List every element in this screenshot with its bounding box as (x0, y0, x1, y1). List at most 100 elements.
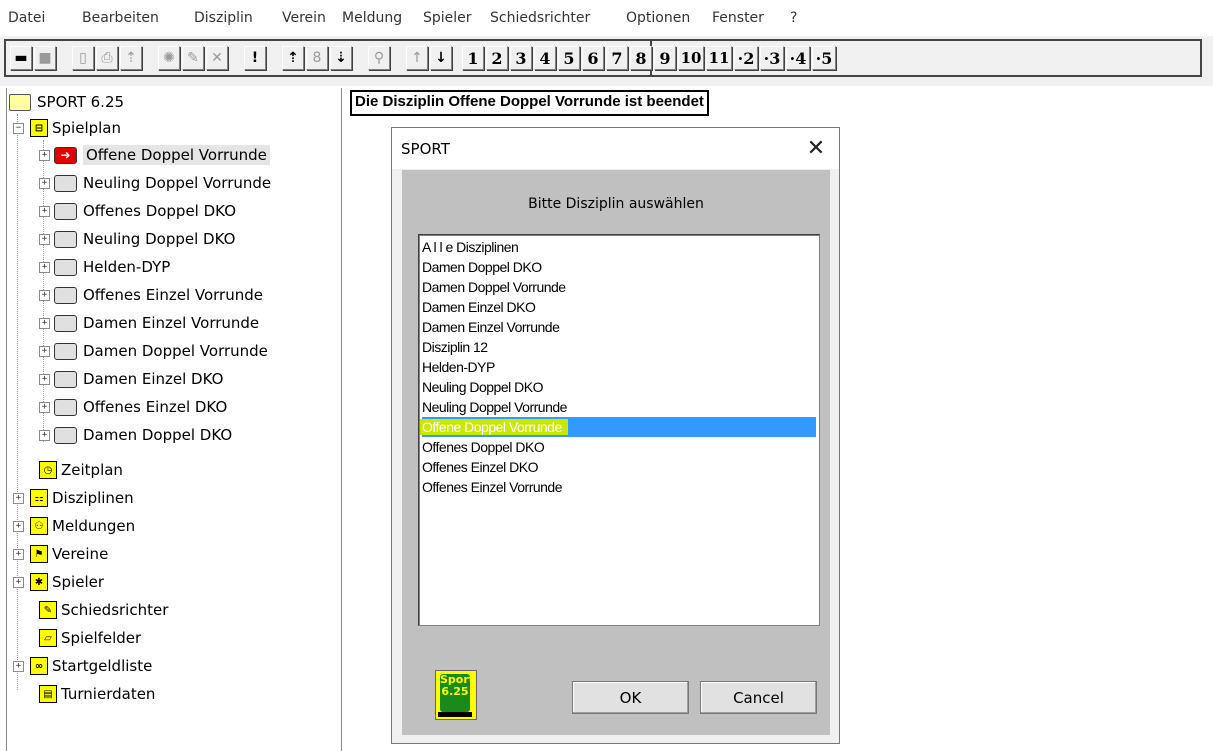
list-item[interactable]: Damen Doppel DKO (422, 257, 816, 277)
tree-item-spieler[interactable]: + ✱ Spieler (13, 570, 104, 594)
menu-optionen[interactable]: Optionen (626, 10, 690, 26)
expand-icon[interactable]: + (39, 205, 50, 217)
menu-datei[interactable]: Datei (8, 10, 45, 26)
search-icon[interactable]: ⚲ (368, 46, 390, 70)
discipline-icon (54, 174, 77, 192)
number-button-dot-3[interactable]: ·3 (760, 46, 784, 70)
tree-item-discipline[interactable]: + Damen Einzel DKO (39, 367, 223, 391)
eight-icon[interactable]: 8 (306, 46, 328, 70)
tree-item-discipline[interactable]: + Offenes Einzel Vorrunde (39, 283, 263, 307)
tree-item-spielfelder[interactable]: ▱ Spielfelder (39, 626, 141, 650)
list-item[interactable]: Offenes Einzel Vorrunde (422, 477, 816, 497)
sort-up-icon[interactable]: ⇡ (282, 46, 304, 70)
expand-icon[interactable]: + (39, 149, 50, 161)
number-button-1[interactable]: 1 (462, 46, 484, 70)
number-button-2[interactable]: 2 (486, 46, 508, 70)
number-button-3[interactable]: 3 (510, 46, 532, 70)
print-icon[interactable]: ⎙ (96, 46, 118, 70)
arrow-up-icon[interactable]: ↑ (406, 46, 428, 70)
tree-item-zeitplan[interactable]: ◷ Zeitplan (39, 458, 123, 482)
tree-item-spielplan[interactable]: − ⊟ Spielplan (13, 116, 121, 140)
delete-icon[interactable]: ✕ (206, 46, 228, 70)
number-button-5[interactable]: 5 (558, 46, 580, 70)
exclamation-icon[interactable]: ! (244, 46, 266, 70)
discipline-listbox[interactable]: A l l e Disziplinen Damen Doppel DKO Dam… (418, 234, 820, 626)
dialog-titlebar[interactable]: SPORT ✕ (392, 128, 839, 169)
cancel-button[interactable]: Cancel (700, 681, 817, 714)
number-button-8[interactable]: 8 (630, 46, 652, 70)
tree-root[interactable]: SPORT 6.25 (9, 90, 124, 114)
expand-icon[interactable]: + (39, 177, 50, 189)
tree-item-discipline[interactable]: + Offenes Doppel DKO (39, 199, 236, 223)
menu-disziplin[interactable]: Disziplin (194, 10, 253, 26)
number-button-dot-4[interactable]: ·4 (786, 46, 810, 70)
open-folder-icon[interactable]: ▬ (10, 46, 32, 70)
tree-item-turnierdaten[interactable]: ▤ Turnierdaten (39, 682, 155, 706)
tree-item-discipline[interactable]: + Offenes Einzel DKO (39, 395, 227, 419)
menu-help[interactable]: ? (790, 10, 797, 26)
expand-icon[interactable]: + (39, 345, 50, 357)
expand-icon[interactable]: + (13, 492, 24, 504)
pencil-icon[interactable]: ✎ (182, 46, 204, 70)
export-icon[interactable]: ⇡ (120, 46, 142, 70)
tree-item-vereine[interactable]: + ⚑ Vereine (13, 542, 108, 566)
number-button-11[interactable]: 11 (706, 46, 732, 70)
expand-icon[interactable]: + (39, 261, 50, 273)
list-item[interactable]: Neuling Doppel Vorrunde (422, 397, 816, 417)
expand-icon[interactable]: + (39, 289, 50, 301)
list-item[interactable]: A l l e Disziplinen (422, 237, 816, 257)
expand-icon[interactable]: + (39, 373, 50, 385)
close-icon[interactable]: ✕ (801, 134, 831, 162)
sort-down-icon[interactable]: ⇣ (330, 46, 352, 70)
tree-item-discipline[interactable]: + Neuling Doppel Vorrunde (39, 171, 271, 195)
list-item[interactable]: Damen Einzel Vorrunde (422, 317, 816, 337)
tree-item-disziplinen[interactable]: + ⚏ Disziplinen (13, 486, 134, 510)
menu-bearbeiten[interactable]: Bearbeiten (82, 10, 159, 26)
number-button-dot-5[interactable]: ·5 (812, 46, 836, 70)
expand-icon[interactable]: + (13, 576, 24, 588)
tree-item-meldungen[interactable]: + ⚇ Meldungen (13, 514, 135, 538)
number-button-dot-2[interactable]: ·2 (734, 46, 758, 70)
menu-meldung[interactable]: Meldung (342, 10, 402, 26)
expand-icon[interactable]: + (13, 520, 24, 532)
sun-icon[interactable]: ✺ (158, 46, 180, 70)
menu-verein[interactable]: Verein (282, 10, 326, 26)
list-item[interactable]: Helden-DYP (422, 357, 816, 377)
collapse-icon[interactable]: − (13, 122, 24, 134)
tree-item-discipline-label: Damen Einzel DKO (83, 370, 224, 388)
expand-icon[interactable]: + (39, 317, 50, 329)
tree-item-discipline[interactable]: + Neuling Doppel DKO (39, 227, 235, 251)
number-button-6[interactable]: 6 (582, 46, 604, 70)
list-item-selected[interactable]: Offene Doppel Vorrunde (420, 417, 816, 437)
number-button-4[interactable]: 4 (534, 46, 556, 70)
number-button-9[interactable]: 9 (654, 46, 676, 70)
tree-item-discipline[interactable]: + Damen Einzel Vorrunde (39, 311, 259, 335)
list-item[interactable]: Neuling Doppel DKO (422, 377, 816, 397)
number-button-7[interactable]: 7 (606, 46, 628, 70)
preview-icon[interactable]: ▯ (72, 46, 94, 70)
list-item[interactable]: Offenes Doppel DKO (422, 437, 816, 457)
menu-spieler[interactable]: Spieler (423, 10, 472, 26)
list-item[interactable]: Disziplin 12 (422, 337, 816, 357)
list-item[interactable]: Damen Einzel DKO (422, 297, 816, 317)
arrow-down-icon[interactable]: ↓ (430, 46, 452, 70)
expand-icon[interactable]: + (13, 660, 24, 672)
list-item[interactable]: Damen Doppel Vorrunde (422, 277, 816, 297)
menu-fenster[interactable]: Fenster (712, 10, 764, 26)
tree-item-discipline[interactable]: + Helden-DYP (39, 255, 170, 279)
expand-icon[interactable]: + (13, 548, 24, 560)
tree-item-label: Meldungen (52, 517, 136, 535)
tree-item-schiedsrichter[interactable]: ✎ Schiedsrichter (39, 598, 168, 622)
tree-item-startgeldliste[interactable]: + ∞ Startgeldliste (13, 654, 152, 678)
ok-button[interactable]: OK (572, 681, 689, 714)
list-item[interactable]: Offenes Einzel DKO (422, 457, 816, 477)
expand-icon[interactable]: + (39, 401, 50, 413)
tree-item-discipline[interactable]: + Damen Doppel DKO (39, 423, 232, 447)
menu-schiedsrichter[interactable]: Schiedsrichter (490, 10, 590, 26)
expand-icon[interactable]: + (39, 429, 50, 441)
expand-icon[interactable]: + (39, 233, 50, 245)
save-icon[interactable]: ■ (34, 46, 56, 70)
tree-item-discipline[interactable]: + Damen Doppel Vorrunde (39, 339, 268, 363)
number-button-10[interactable]: 10 (678, 46, 704, 70)
tree-item-discipline[interactable]: + ➜ Offene Doppel Vorrunde (39, 143, 270, 167)
